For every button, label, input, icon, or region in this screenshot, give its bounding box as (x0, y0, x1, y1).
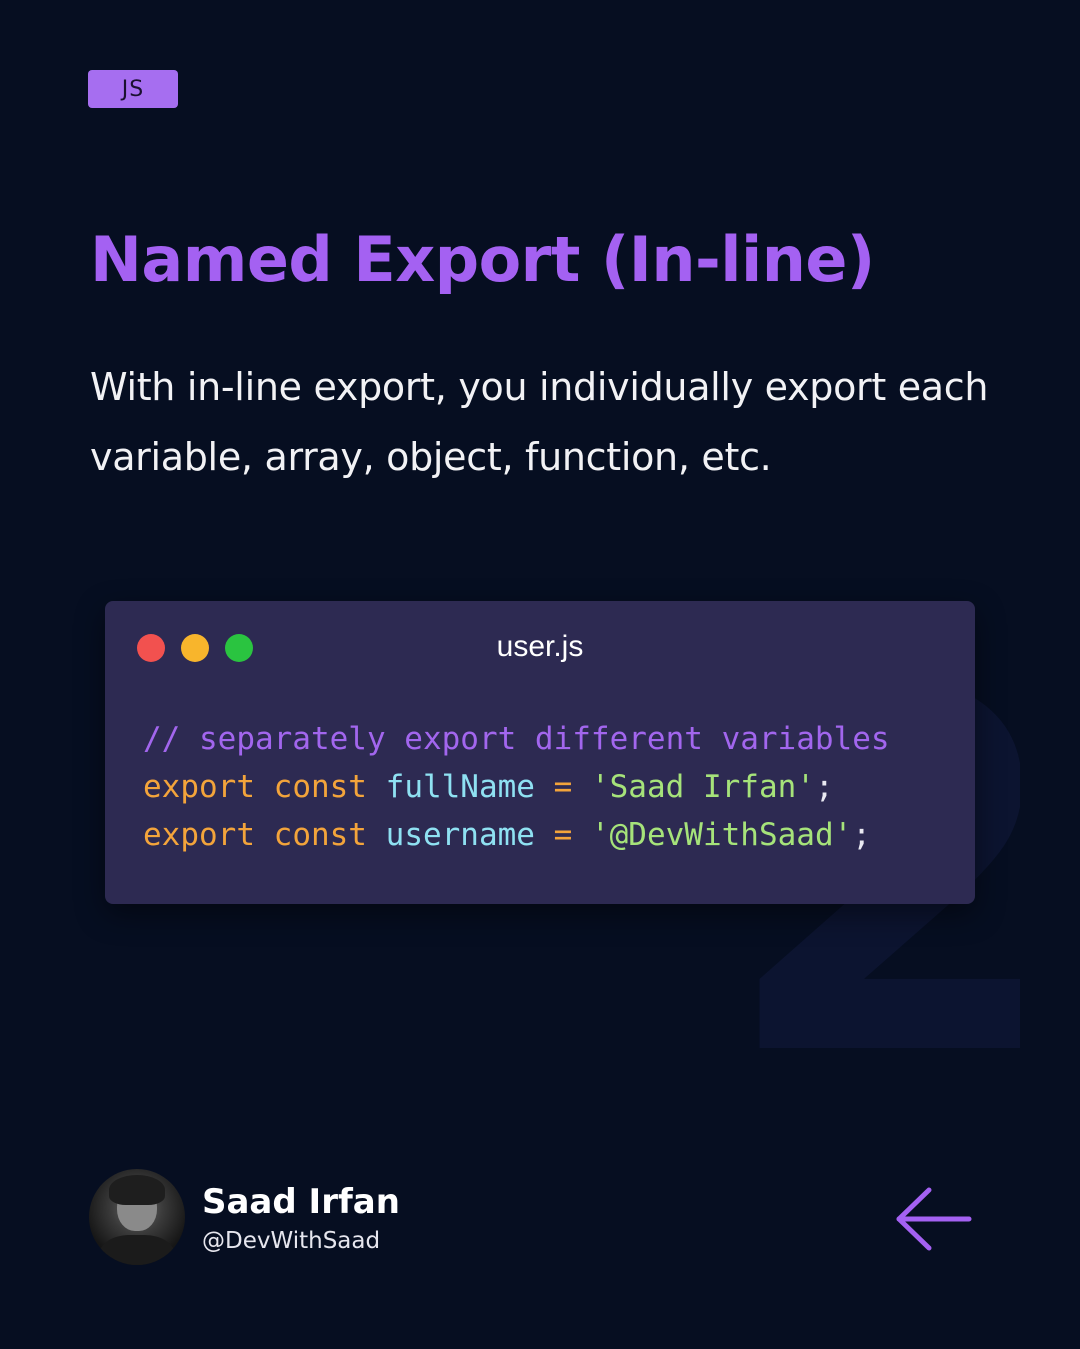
avatar-hair-shape (109, 1175, 165, 1205)
code-identifier: username (385, 817, 535, 853)
code-identifier: fullName (385, 769, 535, 805)
code-block: // separately export different variables… (143, 715, 890, 859)
author-handle: @DevWithSaad (202, 1228, 381, 1254)
code-punctuation: ; (852, 817, 871, 853)
code-string: '@DevWithSaad' (590, 817, 853, 853)
code-operator: = (553, 769, 573, 805)
code-keyword: export (143, 769, 255, 805)
code-keyword: const (273, 769, 367, 805)
code-line: // separately export different variables (143, 715, 890, 763)
avatar (89, 1169, 185, 1265)
code-line: export const username = '@DevWithSaad'; (143, 811, 890, 859)
author-name: Saad Irfan (202, 1182, 400, 1222)
arrow-left-icon (896, 1187, 972, 1251)
code-comment: // separately export different variables (143, 721, 890, 757)
language-badge: JS (88, 70, 178, 108)
page-title: Named Export (In-line) (90, 223, 875, 296)
code-filename: user.js (496, 630, 584, 663)
code-keyword: const (273, 817, 367, 853)
code-string: 'Saad Irfan' (590, 769, 815, 805)
code-window: user.js // separately export different v… (105, 601, 975, 904)
code-operator: = (553, 817, 573, 853)
code-keyword: export (143, 817, 255, 853)
avatar-body-shape (99, 1235, 175, 1265)
code-punctuation: ; (814, 769, 834, 805)
description-text: With in-line export, you individually ex… (90, 365, 989, 479)
back-button[interactable] (893, 1186, 973, 1252)
code-line: export const fullName = 'Saad Irfan'; (143, 763, 890, 811)
